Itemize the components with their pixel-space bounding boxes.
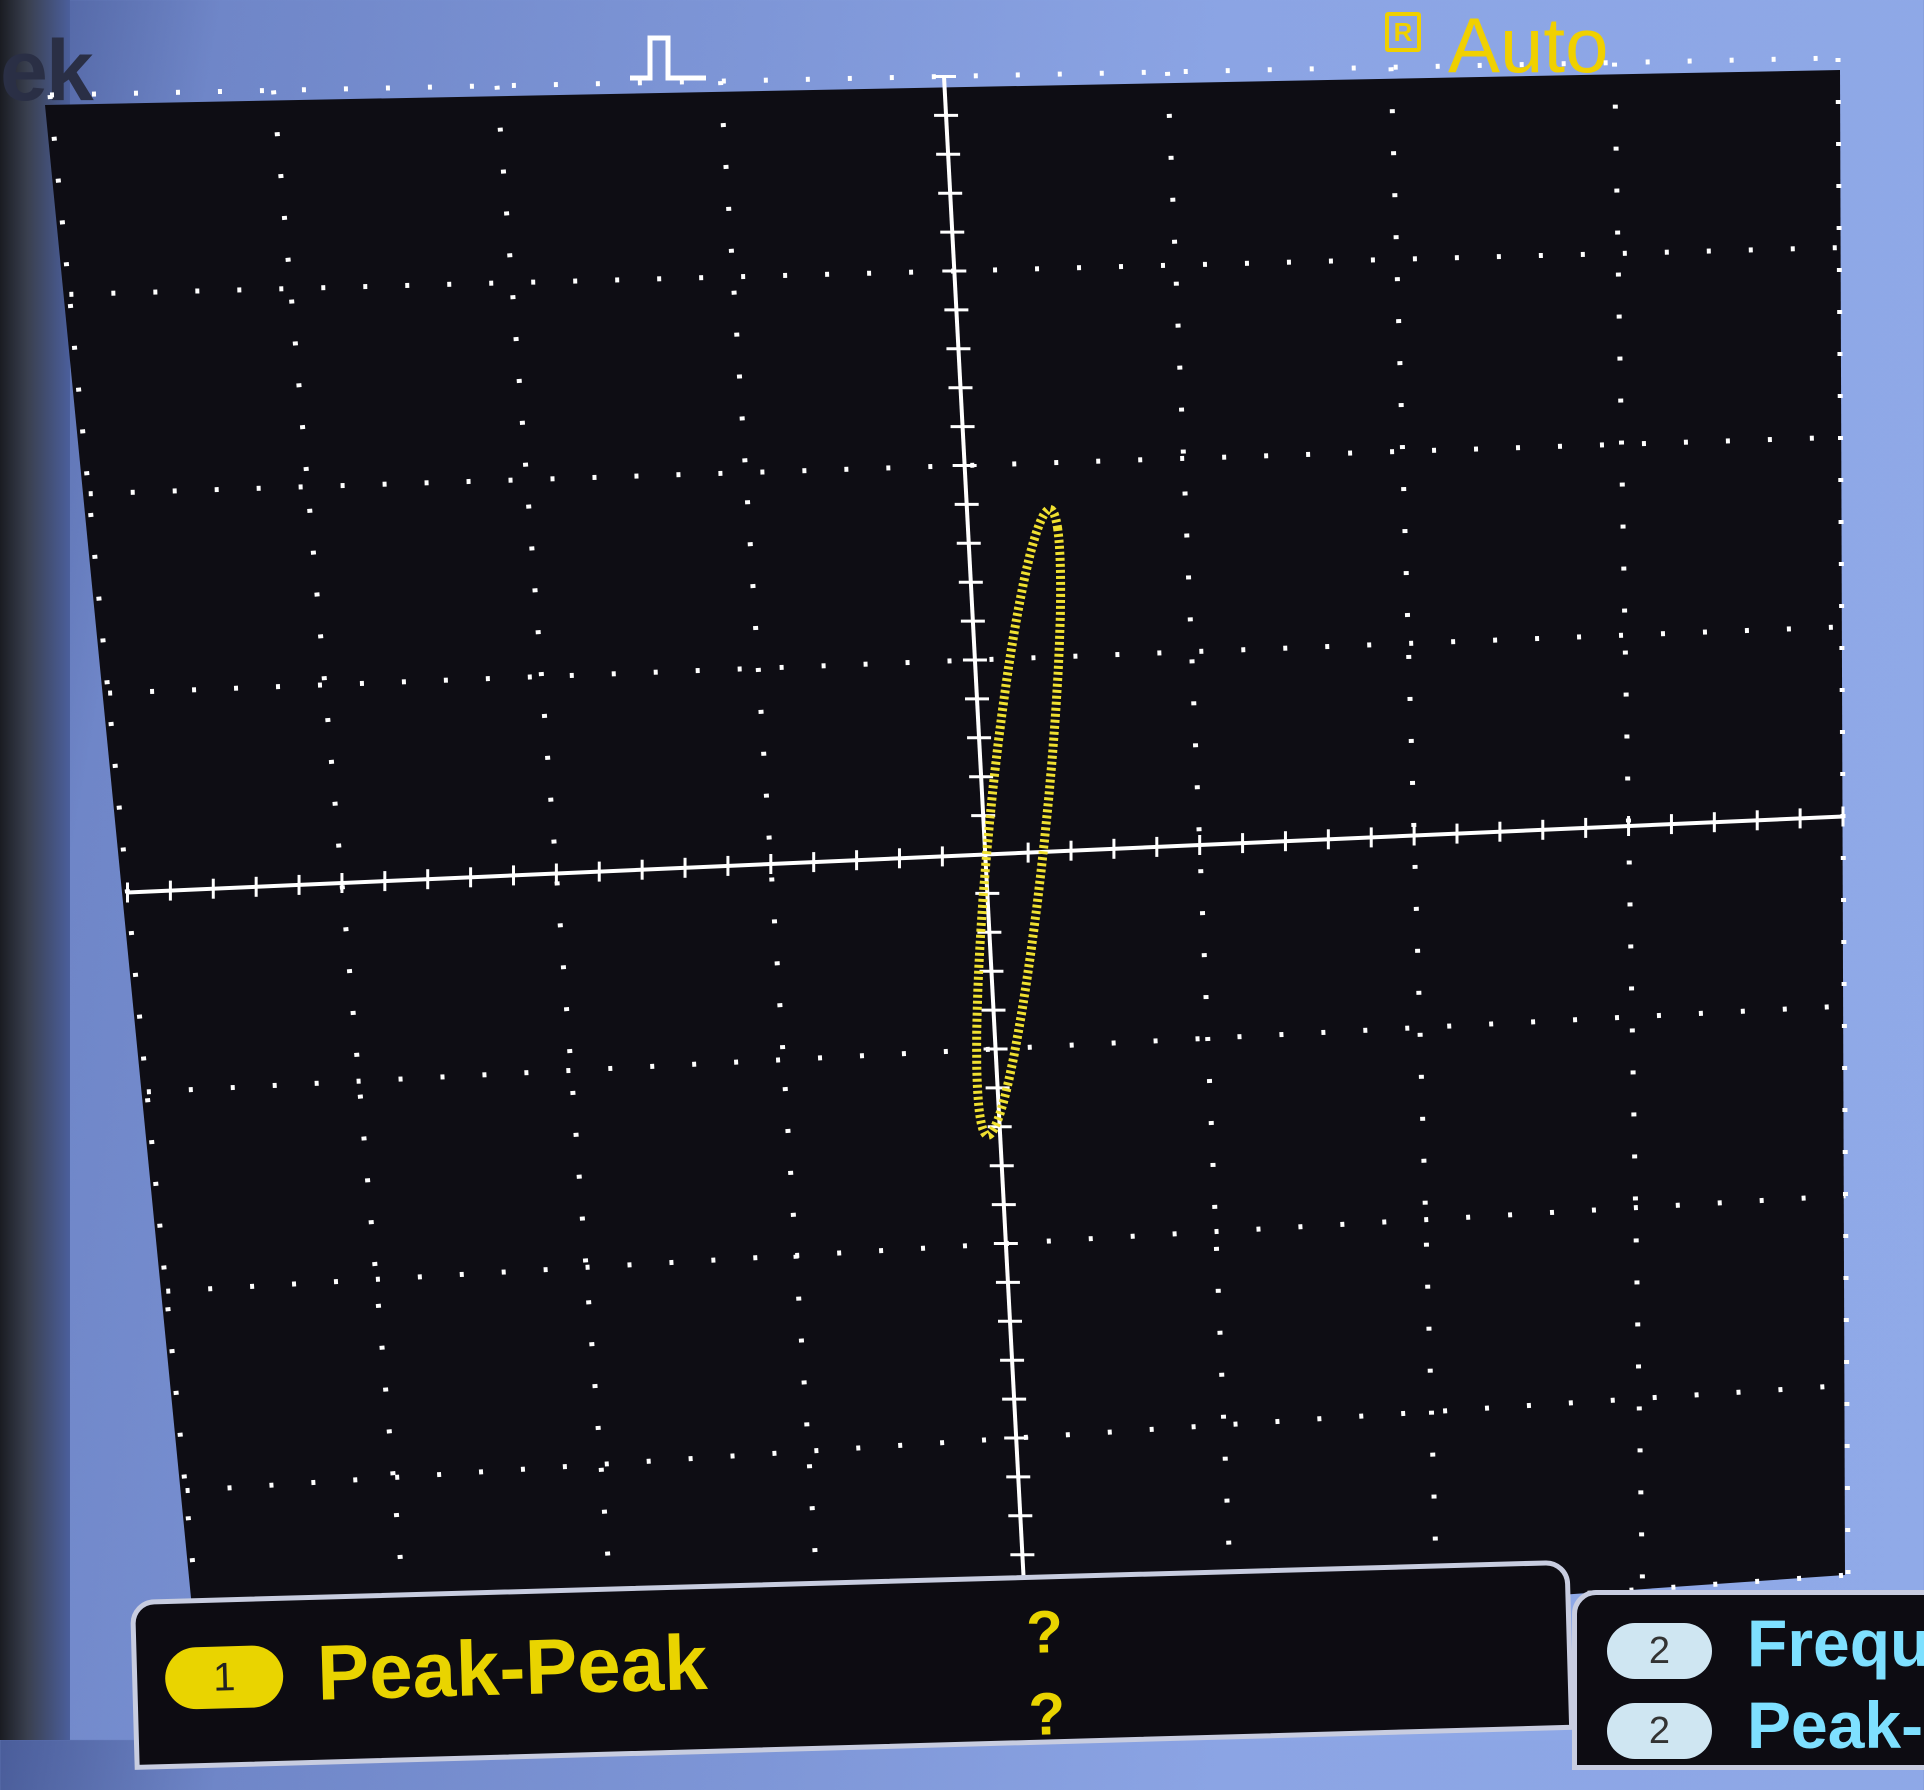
- ch2-badge-frequency[interactable]: 2: [1607, 1623, 1712, 1679]
- ch1-badge[interactable]: 1: [164, 1644, 285, 1711]
- graticule: [47, 55, 1851, 1693]
- xy-ellipse-trace: [972, 504, 1066, 1140]
- ch1-peak-peak-value-2: ?: [1027, 1679, 1067, 1748]
- ch1-peak-peak-value: ?: [1025, 1597, 1064, 1666]
- ch2-peak-label: Peak-: [1747, 1688, 1924, 1762]
- ch1-peak-peak-label: Peak-Peak: [315, 1617, 709, 1717]
- ch2-badge-peak[interactable]: 2: [1607, 1703, 1712, 1759]
- ch2-frequency-label: Frequ: [1747, 1606, 1924, 1680]
- ch2-measurement-panel: 2 Frequ 2 Peak-: [1572, 1590, 1924, 1770]
